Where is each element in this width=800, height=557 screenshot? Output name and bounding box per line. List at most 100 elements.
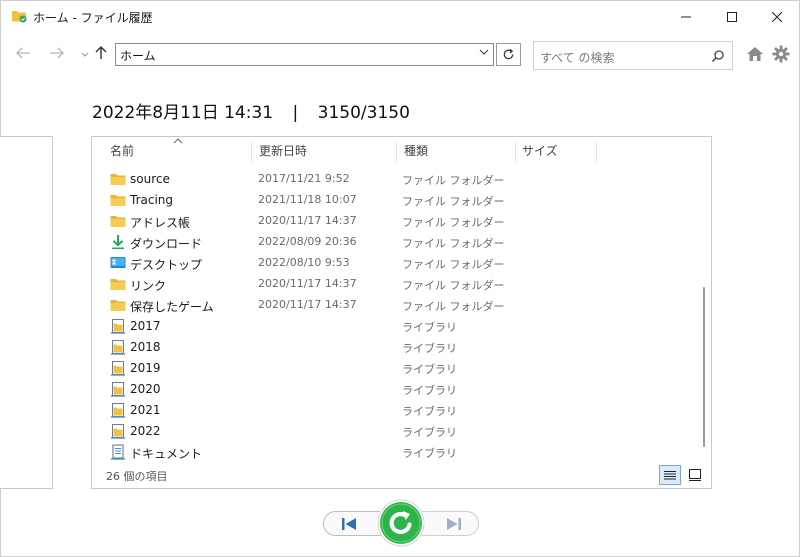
- file-row[interactable]: 2022 ライブラリ: [92, 421, 692, 442]
- column-name[interactable]: 名前: [104, 137, 250, 165]
- restore-icon: [377, 499, 425, 547]
- arrow-left-icon: [16, 47, 30, 59]
- address-dropdown[interactable]: [477, 47, 491, 63]
- file-name: 2019: [130, 361, 161, 375]
- skip-previous-icon: [342, 517, 356, 530]
- large-icons-view-icon: [689, 469, 701, 481]
- library-icon: [110, 360, 126, 376]
- file-row[interactable]: ダウンロード 2022/08/09 20:36 ファイル フォルダー: [92, 232, 692, 253]
- close-button[interactable]: [754, 1, 800, 32]
- file-type: ライブラリ: [402, 342, 457, 355]
- file-name: 2022: [130, 424, 161, 438]
- snapshot-info: 2022年8月11日 14:31 | 3150/3150: [92, 98, 410, 123]
- file-row[interactable]: source 2017/11/21 9:52 ファイル フォルダー: [92, 169, 692, 190]
- snapshot-position: 3150/3150: [317, 103, 410, 123]
- previous-version-button[interactable]: [323, 511, 383, 536]
- folder-icon: [110, 171, 126, 187]
- file-row[interactable]: 2017 ライブラリ: [92, 316, 692, 337]
- column-divider[interactable]: [396, 141, 397, 163]
- folder-icon: [110, 213, 126, 229]
- chevron-down-icon: [81, 52, 89, 57]
- maximize-button[interactable]: [709, 1, 755, 32]
- folder-icon: [110, 276, 126, 292]
- up-button[interactable]: [93, 45, 109, 65]
- restore-button[interactable]: [377, 499, 425, 547]
- download-icon: [110, 234, 126, 250]
- file-name: リンク: [130, 279, 167, 293]
- file-row[interactable]: アドレス帳 2020/11/17 14:37 ファイル フォルダー: [92, 211, 692, 232]
- file-row[interactable]: Tracing 2021/11/18 10:07 ファイル フォルダー: [92, 190, 692, 211]
- file-name: アドレス帳: [130, 216, 191, 230]
- folder-icon: [110, 192, 126, 208]
- address-text: ホーム: [120, 49, 156, 63]
- column-divider[interactable]: [251, 141, 252, 163]
- library-icon: [110, 402, 126, 418]
- file-type: ファイル フォルダー: [402, 237, 505, 250]
- scrollbar-thumb[interactable]: [703, 287, 705, 447]
- library-icon: [110, 381, 126, 397]
- file-row[interactable]: ドキュメント ライブラリ: [92, 442, 692, 463]
- address-bar[interactable]: ホーム: [115, 43, 494, 66]
- file-type: ライブラリ: [402, 363, 457, 376]
- desktop-icon: [110, 255, 126, 271]
- column-header: 名前 更新日時 種類 サイズ: [92, 137, 692, 165]
- arrow-up-icon: [95, 46, 107, 59]
- forward-button[interactable]: [46, 45, 68, 65]
- navigation-bar: ホーム すべて の検索: [1, 32, 799, 78]
- file-type: ライブラリ: [402, 405, 457, 418]
- file-type: ライブラリ: [402, 447, 457, 460]
- file-row[interactable]: リンク 2020/11/17 14:37 ファイル フォルダー: [92, 274, 692, 295]
- file-type: ファイル フォルダー: [402, 258, 505, 271]
- file-name: 2017: [130, 319, 161, 333]
- file-row[interactable]: 2021 ライブラリ: [92, 400, 692, 421]
- file-modified: 2021/11/18 10:07: [258, 193, 357, 206]
- file-name: source: [130, 172, 170, 186]
- file-name: 2021: [130, 403, 161, 417]
- search-icon[interactable]: [711, 49, 725, 63]
- snapshot-date: 2022年8月11日 14:31: [92, 103, 274, 123]
- file-type: ライブラリ: [402, 321, 457, 334]
- column-size[interactable]: サイズ: [516, 137, 596, 165]
- file-modified: 2017/11/21 9:52: [258, 172, 350, 185]
- arrow-right-icon: [50, 47, 64, 59]
- file-row[interactable]: 2019 ライブラリ: [92, 358, 692, 379]
- column-type[interactable]: 種類: [398, 137, 514, 165]
- status-bar: 26 個の項目: [92, 463, 711, 488]
- file-row[interactable]: デスクトップ 2022/08/10 9:53 ファイル フォルダー: [92, 253, 692, 274]
- minimize-button[interactable]: [663, 1, 709, 32]
- file-name: Tracing: [130, 193, 174, 207]
- next-version-button[interactable]: [421, 511, 479, 536]
- vertical-scrollbar[interactable]: [696, 163, 708, 463]
- search-input[interactable]: すべて の検索: [533, 41, 733, 70]
- home-icon[interactable]: [745, 44, 765, 64]
- column-divider[interactable]: [596, 141, 597, 163]
- snapshot-separator: |: [292, 103, 299, 123]
- file-row[interactable]: 2018 ライブラリ: [92, 337, 692, 358]
- details-view-button[interactable]: [659, 465, 681, 485]
- file-type: ファイル フォルダー: [402, 174, 505, 187]
- library-icon: [110, 423, 126, 439]
- chevron-down-icon: [479, 49, 489, 55]
- window-title: ホーム - ファイル履歴: [33, 11, 153, 25]
- file-name: デスクトップ: [130, 258, 203, 272]
- file-name: 2018: [130, 340, 161, 354]
- file-row[interactable]: 2020 ライブラリ: [92, 379, 692, 400]
- file-name: 2020: [130, 382, 161, 396]
- file-modified: 2022/08/09 20:36: [258, 235, 357, 248]
- file-type: ライブラリ: [402, 384, 457, 397]
- file-history-window: ホーム - ファイル履歴 ホーム すべて の検索 2022年8月11日 14:3…: [0, 0, 800, 557]
- file-row[interactable]: 保存したゲーム 2020/11/17 14:37 ファイル フォルダー: [92, 295, 692, 316]
- large-icons-view-button[interactable]: [684, 465, 706, 485]
- previous-version-pane[interactable]: [0, 136, 53, 489]
- item-count: 26 個の項目: [106, 470, 168, 483]
- file-modified: 2020/11/17 14:37: [258, 298, 357, 311]
- refresh-button[interactable]: [496, 43, 521, 66]
- gear-icon[interactable]: [771, 44, 791, 64]
- back-button[interactable]: [12, 45, 34, 65]
- recent-locations-button[interactable]: [81, 47, 89, 63]
- file-modified: 2022/08/10 9:53: [258, 256, 350, 269]
- file-list-pane: 名前 更新日時 種類 サイズ source 2017/11/21 9:52 ファイル…: [91, 136, 712, 489]
- file-name: ドキュメント: [130, 447, 203, 461]
- column-modified[interactable]: 更新日時: [253, 137, 395, 165]
- file-type: ファイル フォルダー: [402, 216, 505, 229]
